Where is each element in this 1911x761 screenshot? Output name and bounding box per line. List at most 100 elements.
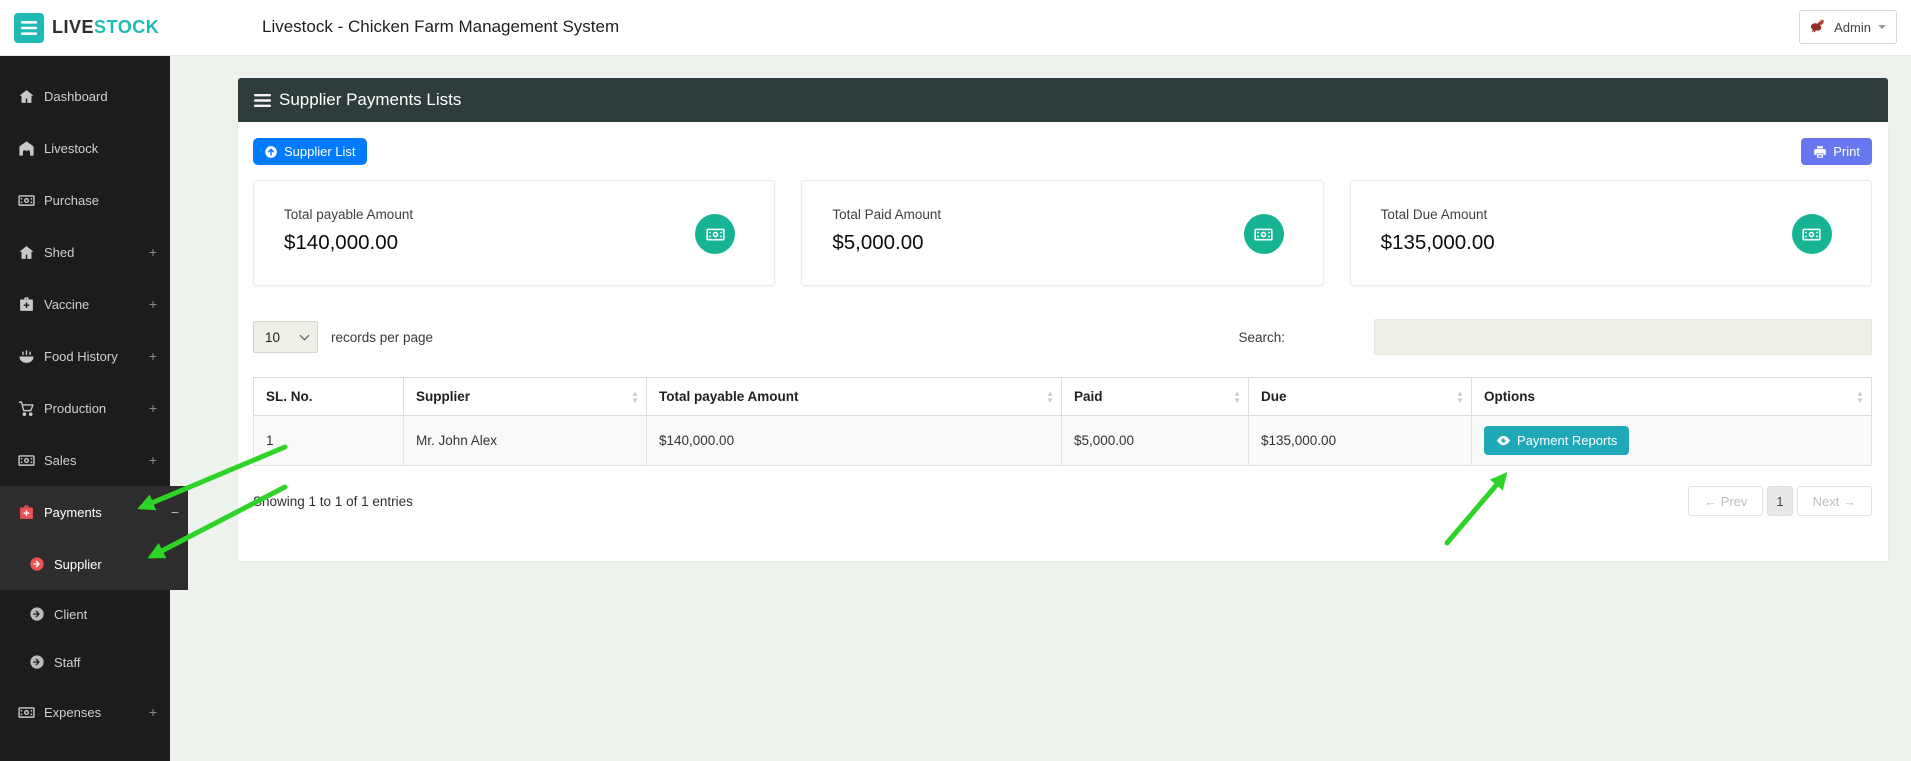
payment-reports-label: Payment Reports [1517,433,1618,448]
card-label: Total Due Amount [1380,207,1488,222]
table-footer-row: Showing 1 to 1 of 1 entries ← Prev 1 Nex… [253,486,1872,516]
admin-label: Admin [1834,19,1871,35]
payment-reports-button[interactable]: Payment Reports [1484,426,1630,455]
sidebar-item-vaccine[interactable]: Vaccine + [0,278,170,330]
total-due-card: Total Due Amount $135,000.00 [1349,180,1872,286]
total-paid-card: Total Paid Amount $5,000.00 [801,180,1324,286]
sort-icon[interactable]: ▲ ▼ [1456,389,1464,404]
card-value: $140,000.00 [284,231,399,254]
column-header-supplier[interactable]: Supplier ▲ ▼ [403,377,647,416]
sidebar-toggle-button[interactable] [14,13,44,43]
action-buttons-row: Supplier List Print [253,138,1872,165]
rooster-icon [1810,18,1827,36]
arrow-right-circle-icon [29,556,45,572]
panel-title: Supplier Payments Lists [279,90,462,109]
column-header-total-payable[interactable]: Total payable Amount ▲ ▼ [646,377,1062,416]
cell-due: $135,000.00 [1248,415,1472,466]
medical-bag-icon [18,296,35,313]
supplier-list-label: Supplier List [284,144,356,159]
caret-down-icon [1878,25,1886,29]
next-page-button[interactable]: Next → [1796,486,1872,516]
arrow-right-circle-icon [29,654,45,670]
banknote-icon [18,192,35,209]
sidebar-item-purchase[interactable]: Purchase [0,174,170,226]
table-row: 1 Mr. John Alex $140,000.00 $5,000.00 $1… [253,415,1872,466]
sidebar-subitem-staff[interactable]: Staff [0,638,170,686]
prev-page-button[interactable]: ← Prev [1688,486,1764,516]
banknote-icon [1243,214,1284,254]
total-payable-card: Total payable Amount $140,000.00 [253,180,776,286]
card-label: Total payable Amount [284,207,414,222]
print-label: Print [1833,144,1860,159]
table-controls-row: 10 records per page Search: [253,319,1872,355]
supplier-list-button[interactable]: Supplier List [253,138,367,165]
sidebar-item-dashboard[interactable]: Dashboard [0,70,170,122]
app-window: LIVESTOCK Livestock - Chicken Farm Manag… [0,0,1911,761]
eye-icon [1496,433,1511,448]
supplier-payments-table: SL. No. Supplier ▲ ▼ Total payable Amount ▲… [253,377,1872,466]
menu-icon [254,93,271,107]
page-title: Livestock - Chicken Farm Management Syst… [262,17,620,36]
home-icon [18,244,35,261]
cell-total-payable: $140,000.00 [646,415,1062,466]
sidebar-item-food-history[interactable]: Food History + [0,330,170,382]
arrow-up-circle-icon [264,145,278,159]
showing-entries-text: Showing 1 to 1 of 1 entries [253,493,413,509]
sidebar-item-payments[interactable]: Payments − [0,486,188,538]
sidebar-item-shed[interactable]: Shed + [0,226,170,278]
column-header-sl-no[interactable]: SL. No. [253,377,404,416]
print-button[interactable]: Print [1801,138,1872,165]
hamburger-menu-icon [21,21,37,35]
table-header-row: SL. No. Supplier ▲ ▼ Total payable Amount ▲… [253,377,1872,416]
column-header-due[interactable]: Due ▲ ▼ [1248,377,1472,416]
card-value: $5,000.00 [832,231,924,254]
column-header-paid[interactable]: Paid ▲ ▼ [1061,377,1249,416]
summary-cards-row: Total payable Amount $140,000.00 Total P… [253,180,1872,286]
medical-bag-icon [18,504,35,521]
sidebar: Dashboard Livestock Purchase Shed + Vacc… [0,56,188,761]
sidebar-item-sales[interactable]: Sales + [0,434,170,486]
arrow-right-circle-icon [29,606,45,622]
payments-submenu: Supplier [0,538,188,590]
cart-icon [18,400,35,417]
supplier-payments-panel: Supplier Payments Lists Supplier List Pr… [238,78,1888,561]
sidebar-item-livestock[interactable]: Livestock [0,122,170,174]
search-area: Search: [1238,319,1872,355]
cell-sl-no: 1 [253,415,404,466]
records-per-page-label: records per page [331,329,434,345]
column-header-options[interactable]: Options ▲ ▼ [1471,377,1872,416]
banknote-icon [18,704,35,721]
main-content: Supplier Payments Lists Supplier List Pr… [170,56,1911,761]
sort-icon[interactable]: ▲ ▼ [631,389,639,404]
sort-icon[interactable]: ▲ ▼ [1856,389,1864,404]
panel-body: Supplier List Print Total payable Amount… [238,122,1888,561]
records-per-page-select[interactable]: 10 [253,321,318,353]
search-label: Search: [1238,329,1285,345]
records-per-page-value: 10 [265,329,281,345]
topbar: LIVESTOCK Livestock - Chicken Farm Manag… [0,0,1911,56]
app-logo: LIVESTOCK [52,17,159,38]
panel-header-bar: Supplier Payments Lists [238,78,1888,122]
sidebar-subitem-client[interactable]: Client [0,590,170,638]
logo-prefix: LIVE [52,17,95,37]
printer-icon [1813,145,1827,159]
pagination: ← Prev 1 Next → [1688,486,1872,516]
sort-icon[interactable]: ▲ ▼ [1233,389,1241,404]
banknote-icon [1791,214,1832,254]
sidebar-subitem-supplier[interactable]: Supplier [0,540,188,588]
card-value: $135,000.00 [1380,231,1495,254]
cell-supplier: Mr. John Alex [403,415,647,466]
admin-dropdown-button[interactable]: Admin [1799,10,1897,44]
sort-icon[interactable]: ▲ ▼ [1046,389,1054,404]
card-label: Total Paid Amount [832,207,942,222]
page-number-button[interactable]: 1 [1767,486,1793,516]
home-icon [18,88,35,105]
barn-icon [18,140,35,157]
cell-options: Payment Reports [1471,415,1872,466]
sidebar-item-expenses[interactable]: Expenses + [0,686,170,738]
sidebar-item-production[interactable]: Production + [0,382,170,434]
banknote-icon [18,452,35,469]
chevron-down-icon [299,330,310,340]
search-input[interactable] [1374,319,1872,355]
logo-suffix: STOCK [94,17,160,37]
